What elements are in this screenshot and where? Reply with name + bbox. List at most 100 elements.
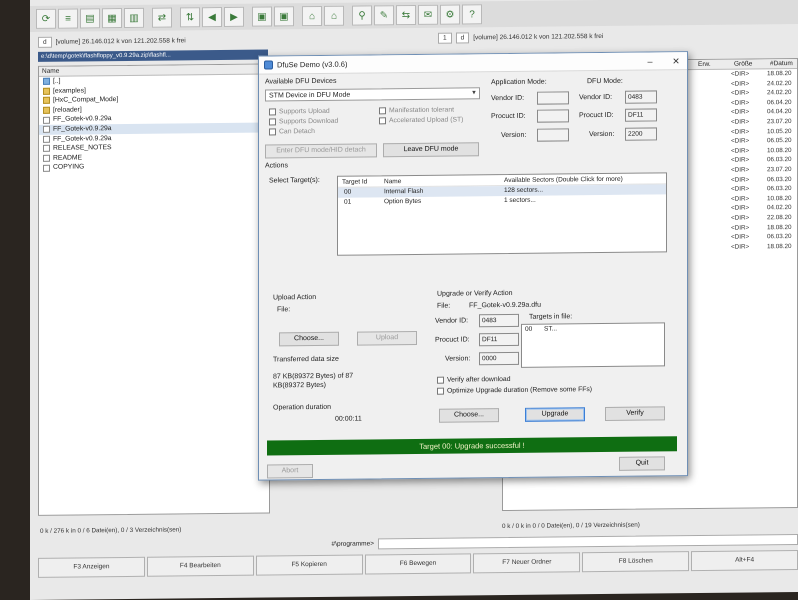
dfu-procuct-id-field: DF11 xyxy=(625,108,657,122)
ext-column-label[interactable]: Erw. xyxy=(698,60,734,69)
file-icon xyxy=(43,145,50,153)
upgrade-choose-button[interactable]: Choose... xyxy=(439,408,499,423)
file-name: [examples] xyxy=(53,87,86,95)
right-drive-select[interactable]: d xyxy=(455,32,470,44)
manifestation-tolerant-label: Manifestation tolerant xyxy=(389,106,454,115)
ftp-icon[interactable]: ⌂ xyxy=(302,5,322,27)
back-icon[interactable]: ◀ xyxy=(202,6,222,28)
ftp-new-icon[interactable]: ⌂ xyxy=(324,5,344,26)
upload-button[interactable]: Upload xyxy=(357,330,417,346)
left-drive-info: [volume] 26.146.012 k von 121.202.558 k … xyxy=(55,37,186,46)
targets-in-file-label: Targets in file: xyxy=(529,313,573,321)
archive-pack-icon[interactable]: ▣ xyxy=(252,6,272,27)
rename-icon[interactable]: ✎ xyxy=(374,5,394,26)
size-cell: <DIR> xyxy=(731,214,750,222)
upgrade-procuct-field: DF11 xyxy=(479,332,519,347)
accelerated-upload-checkbox: Accelerated Upload (ST) xyxy=(379,116,463,125)
date-cell: 10.05.20 xyxy=(767,127,792,135)
notepad-icon[interactable]: ✉ xyxy=(418,4,438,25)
name-column-label[interactable]: Name xyxy=(42,67,59,76)
function-key-button[interactable]: F4 Bearbeiten xyxy=(146,555,254,577)
left-drive-select[interactable]: d xyxy=(38,36,52,48)
detail-view-icon[interactable]: ▤ xyxy=(80,8,100,29)
abort-button[interactable]: Abort xyxy=(267,464,313,479)
app-version-label: Version: xyxy=(501,131,527,140)
left-drive-bar: d [volume] 26.146.012 k von 121.202.558 … xyxy=(38,34,186,49)
can-detach-label: Can Detach xyxy=(279,128,315,136)
close-button[interactable]: ✕ xyxy=(665,52,687,70)
optimize-upgrade-checkbox[interactable]: Optimize Upgrade duration (Remove some F… xyxy=(437,386,592,395)
manifestation-tolerant-checkbox: Manifestation tolerant xyxy=(379,107,454,115)
function-key-bar: F3 Anzeigen F4 Bearbeiten F5 Kopieren F6 Be… xyxy=(38,549,798,578)
size-cell: <DIR> xyxy=(731,233,750,241)
search-icon[interactable]: ⚲ xyxy=(352,5,372,26)
ext-cell xyxy=(695,146,731,156)
refresh-icon[interactable]: ⟳ xyxy=(36,8,56,29)
dfu-vendor-id-field: 0483 xyxy=(625,90,657,104)
right-drive-info: [volume] 26.146.012 k von 121.202.558 k … xyxy=(473,32,604,42)
sync-icon[interactable]: ⇆ xyxy=(396,4,416,26)
date-column-label[interactable]: #Datum xyxy=(770,59,793,68)
help-icon[interactable]: ? xyxy=(462,4,482,25)
targets-list[interactable]: Target Id Name Available Sectors (Double… xyxy=(337,172,667,256)
quit-button[interactable]: Quit xyxy=(619,456,665,471)
size-cell: <DIR> xyxy=(731,175,750,184)
dfu-vendor-id-label: Vendor ID: xyxy=(579,93,613,102)
function-key-button[interactable]: F8 Löschen xyxy=(582,551,690,573)
upgrade-vendor-label: Vendor ID: xyxy=(435,317,469,325)
date-cell: 06.03.20 xyxy=(767,185,792,193)
command-input[interactable] xyxy=(378,533,798,549)
minimize-button[interactable]: – xyxy=(639,52,661,70)
date-cell: 04.04.20 xyxy=(767,108,792,116)
right-page-select[interactable]: 1 xyxy=(438,32,452,44)
target-in-file-row[interactable]: 00 ST... xyxy=(522,323,664,334)
checkbox-box xyxy=(269,108,276,116)
file-name: COPYING xyxy=(53,163,85,172)
forward-icon[interactable]: ▶ xyxy=(224,6,244,27)
folder-icon xyxy=(43,106,50,114)
tree-icon[interactable]: ▥ xyxy=(124,7,144,29)
left-path-bar[interactable]: e:\d\temp\gotek\flashfloppy_v0.9.29a.zip… xyxy=(38,49,268,62)
function-key-button[interactable]: F5 Kopieren xyxy=(255,554,363,576)
dfu-device-select[interactable]: STM Device in DFU Mode ▼ xyxy=(265,87,480,102)
up-icon xyxy=(43,78,50,86)
compare-icon[interactable]: ⇄ xyxy=(152,7,172,28)
function-key-button[interactable]: F7 Neuer Ordner xyxy=(473,552,581,574)
app-vendor-id-label: Vendor ID: xyxy=(491,94,525,103)
verify-button[interactable]: Verify xyxy=(605,406,665,421)
target-id-header: Target Id xyxy=(342,178,368,186)
archive-unpack-icon[interactable]: ▣ xyxy=(274,6,294,27)
settings-icon[interactable]: ⚙ xyxy=(440,4,460,25)
file-name: RELEASE_NOTES xyxy=(53,144,112,152)
list-view-icon[interactable]: ≡ xyxy=(58,8,78,29)
dialog-title: DfuSe Demo (v3.0.6) xyxy=(277,59,348,70)
targets-in-file-rows: 00 ST... xyxy=(522,323,664,334)
function-key-button[interactable]: F3 Anzeigen xyxy=(38,556,145,578)
file-name: [..] xyxy=(53,77,61,85)
function-key-button[interactable]: Alt+F4 xyxy=(691,549,798,572)
left-file-panel[interactable]: Name [..] [examples] [HxC_Compat_Mode] [rel… xyxy=(38,63,270,516)
file-list-item[interactable]: COPYING xyxy=(39,161,269,173)
function-key-button[interactable]: F6 Bewegen xyxy=(364,553,472,575)
size-column-label[interactable]: Größe xyxy=(734,59,770,68)
main-toolbar: ⟳ ≡ ▤ ▦ ▥ ⇄ ⇅ ◀ ▶ ▣ ▣ ⌂ ⌂ ⚲ ✎ ⇆ ✉ ⚙ ? xyxy=(30,0,798,32)
upgrade-version-label: Version: xyxy=(445,355,471,363)
size-cell: <DIR> xyxy=(731,195,750,203)
upgrade-button[interactable]: Upgrade xyxy=(525,407,585,422)
date-cell: 10.08.20 xyxy=(767,146,792,155)
size-cell: <DIR> xyxy=(731,166,750,174)
ext-cell xyxy=(695,242,731,252)
file-icon xyxy=(43,135,50,143)
targets-in-file-list[interactable]: 00 ST... xyxy=(521,322,665,368)
verify-after-download-checkbox[interactable]: Verify after download xyxy=(437,376,510,384)
upload-choose-button[interactable]: Choose... xyxy=(279,331,339,347)
chevron-down-icon: ▼ xyxy=(471,90,477,97)
left-status: 0 k / 276 k in 0 / 6 Datei(en), 0 / 3 Ve… xyxy=(40,526,182,535)
size-cell: <DIR> xyxy=(731,243,750,251)
date-cell: 06.04.20 xyxy=(767,98,792,107)
thumbnail-icon[interactable]: ▦ xyxy=(102,8,122,29)
sort-icon[interactable]: ⇅ xyxy=(180,7,200,28)
enter-dfu-button[interactable]: Enter DFU mode/HID detach xyxy=(265,143,377,159)
leave-dfu-button[interactable]: Leave DFU mode xyxy=(383,142,479,158)
target-row[interactable]: 01 Option Bytes 1 sectors... xyxy=(338,194,666,207)
